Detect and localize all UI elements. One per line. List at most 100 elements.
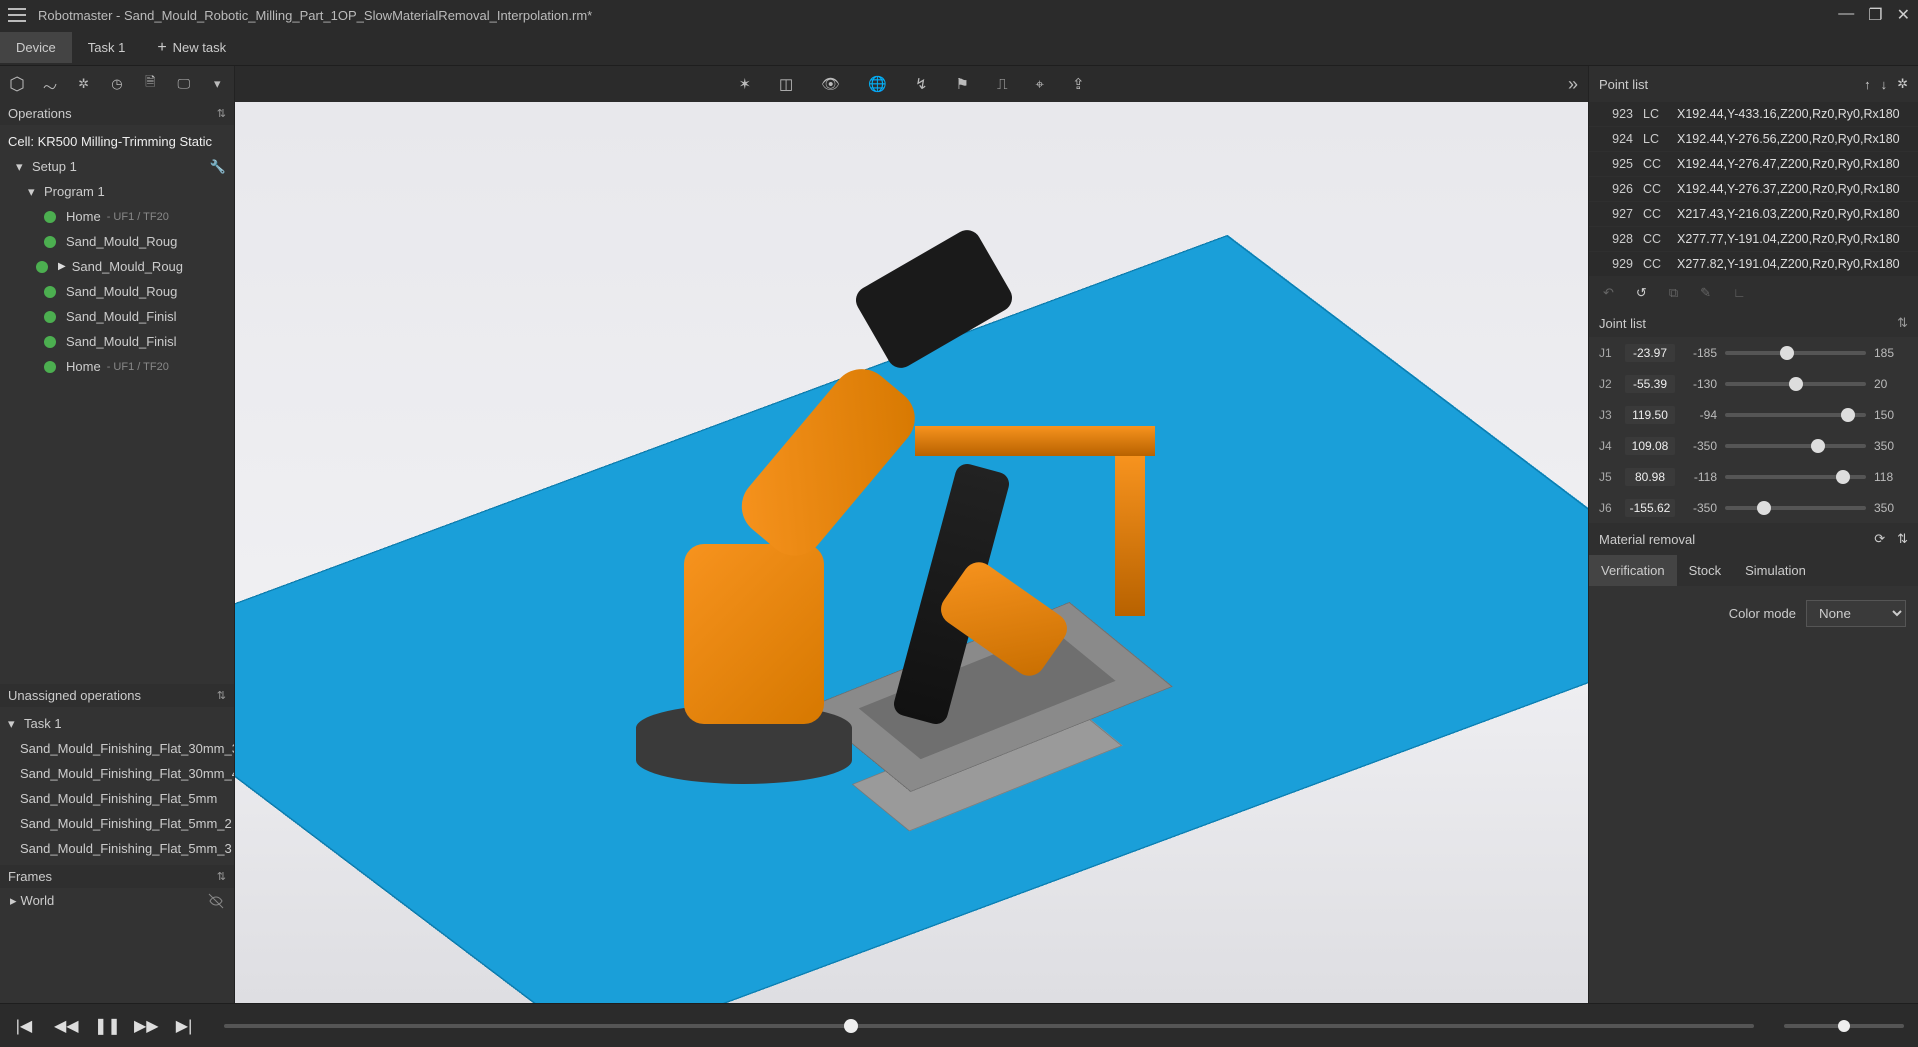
joint-slider[interactable]: [1725, 475, 1866, 479]
joint-value[interactable]: 119.50: [1625, 406, 1675, 424]
gear-icon[interactable]: ✲: [75, 75, 92, 93]
left-toolbar: ✲ ◷ 🗎 🖵 ▾: [0, 66, 234, 102]
point-row[interactable]: 924LCX192.44,Y-276.56,Z200,Rz0,Ry0,Rx180: [1589, 127, 1918, 152]
operation-row[interactable]: ▶Sand_Mould_Roug: [0, 254, 234, 279]
joint-slider[interactable]: [1725, 444, 1866, 448]
joint-value[interactable]: -23.97: [1625, 344, 1675, 362]
tab-stock[interactable]: Stock: [1677, 555, 1734, 586]
frames-world-row[interactable]: ▸ World: [0, 888, 234, 913]
sort-icon[interactable]: ⇅: [217, 107, 226, 120]
skip-end-icon[interactable]: ▶|: [174, 1016, 194, 1036]
sort-icon[interactable]: ⇅: [217, 870, 226, 883]
joint-value[interactable]: 80.98: [1625, 468, 1675, 486]
unassigned-task-row[interactable]: ▾ Task 1: [0, 711, 234, 736]
display-icon[interactable]: 🖵: [175, 75, 192, 93]
slider-thumb[interactable]: [1789, 377, 1803, 391]
tab-verification[interactable]: Verification: [1589, 555, 1677, 586]
unassigned-item[interactable]: Sand_Mould_Finishing_Flat_5mm: [0, 786, 234, 811]
light-icon[interactable]: ✶: [738, 75, 751, 93]
joint-value[interactable]: -55.39: [1625, 375, 1675, 393]
redo-icon[interactable]: ↺: [1636, 285, 1647, 301]
move-up-icon[interactable]: ↑: [1864, 77, 1871, 92]
sort-icon[interactable]: ⇅: [217, 689, 226, 702]
operation-row[interactable]: Home- UF1 / TF20: [0, 204, 234, 229]
unassigned-item[interactable]: Sand_Mould_Finishing_Flat_30mm_4: [0, 761, 234, 786]
cell-row[interactable]: Cell: KR500 Milling-Trimming Static: [0, 129, 234, 154]
toolpath-icon[interactable]: ↯: [915, 75, 928, 93]
setup-row[interactable]: ▾ Setup 1 🔧: [0, 154, 234, 179]
visibility-off-icon[interactable]: [208, 893, 224, 909]
point-row[interactable]: 923LCX192.44,Y-433.16,Z200,Rz0,Ry0,Rx180: [1589, 102, 1918, 127]
point-row[interactable]: 925CCX192.44,Y-276.47,Z200,Rz0,Ry0,Rx180: [1589, 152, 1918, 177]
joint-slider[interactable]: [1725, 351, 1866, 355]
operation-row[interactable]: Sand_Mould_Roug: [0, 279, 234, 304]
wrench-icon[interactable]: 🔧: [210, 159, 226, 175]
program-row[interactable]: ▾ Program 1: [0, 179, 234, 204]
tab-device[interactable]: Device: [0, 32, 72, 63]
color-mode-select[interactable]: None: [1806, 600, 1906, 627]
collapse-right-icon[interactable]: »: [1568, 74, 1578, 95]
tool-icon[interactable]: ⌖: [1036, 76, 1044, 93]
speed-slider[interactable]: [1784, 1024, 1904, 1028]
close-icon[interactable]: ✕: [1897, 5, 1910, 25]
box-icon[interactable]: ◫: [779, 75, 793, 93]
joint-value[interactable]: -155.62: [1625, 499, 1675, 517]
speed-thumb[interactable]: [1838, 1020, 1850, 1032]
measure-disabled-icon: ∟: [1733, 285, 1746, 301]
joint-row: J4109.08-350350: [1589, 430, 1918, 461]
settings-gear-icon[interactable]: ✲: [1897, 76, 1908, 92]
joint-slider[interactable]: [1725, 506, 1866, 510]
center-panel: ✶ ◫ 👁 🌐 ↯ ⚑ ⎍ ⌖ ⇪ »: [235, 66, 1588, 1003]
timeline-thumb[interactable]: [844, 1019, 858, 1033]
path-icon[interactable]: [41, 75, 58, 93]
skip-start-icon[interactable]: |◀: [14, 1016, 34, 1036]
cube-icon[interactable]: [8, 75, 25, 93]
forward-icon[interactable]: ▶▶: [134, 1016, 154, 1036]
timer-icon[interactable]: ◷: [108, 75, 125, 93]
sort-icon[interactable]: ⇅: [1897, 315, 1908, 331]
eye-icon[interactable]: 👁: [821, 75, 840, 93]
3d-viewport[interactable]: [235, 102, 1588, 1003]
point-row[interactable]: 929CCX277.82,Y-191.04,Z200,Rz0,Ry0,Rx180: [1589, 252, 1918, 277]
slider-thumb[interactable]: [1811, 439, 1825, 453]
new-task-button[interactable]: + New task: [145, 33, 238, 63]
flag-icon[interactable]: ⚑: [956, 75, 969, 93]
pause-icon[interactable]: ❚❚: [94, 1016, 114, 1036]
document-icon[interactable]: 🗎: [142, 75, 159, 93]
slider-thumb[interactable]: [1780, 346, 1794, 360]
point-row[interactable]: 926CCX192.44,Y-276.37,Z200,Rz0,Ry0,Rx180: [1589, 177, 1918, 202]
point-coords: X192.44,Y-276.56,Z200,Rz0,Ry0,Rx180: [1677, 132, 1908, 146]
hamburger-menu-icon[interactable]: [8, 8, 26, 22]
operation-row[interactable]: Sand_Mould_Finisl: [0, 304, 234, 329]
dropdown-caret-icon[interactable]: ▾: [209, 75, 226, 93]
setup-label: Setup 1: [32, 159, 77, 174]
refresh-icon[interactable]: ⟳: [1874, 531, 1885, 547]
slider-thumb[interactable]: [1757, 501, 1771, 515]
sort-icon[interactable]: ⇅: [1897, 531, 1908, 547]
timeline-slider[interactable]: [224, 1024, 1754, 1028]
operation-row[interactable]: Sand_Mould_Roug: [0, 229, 234, 254]
minimize-icon[interactable]: —: [1838, 5, 1854, 25]
maximize-icon[interactable]: ❐: [1868, 5, 1882, 25]
robot-icon[interactable]: ⎍: [997, 76, 1008, 93]
joint-value[interactable]: 109.08: [1625, 437, 1675, 455]
joint-slider[interactable]: [1725, 382, 1866, 386]
rewind-icon[interactable]: ◀◀: [54, 1016, 74, 1036]
unassigned-item[interactable]: Sand_Mould_Finishing_Flat_5mm_3: [0, 836, 234, 861]
export-icon[interactable]: ⇪: [1072, 75, 1085, 93]
unassigned-item[interactable]: Sand_Mould_Finishing_Flat_5mm_2: [0, 811, 234, 836]
joint-slider[interactable]: [1725, 413, 1866, 417]
unassigned-item[interactable]: Sand_Mould_Finishing_Flat_30mm_3: [0, 736, 234, 761]
caret-right-icon: ▸: [10, 893, 17, 909]
operation-row[interactable]: Sand_Mould_Finisl: [0, 329, 234, 354]
slider-thumb[interactable]: [1836, 470, 1850, 484]
point-row[interactable]: 927CCX217.43,Y-216.03,Z200,Rz0,Ry0,Rx180: [1589, 202, 1918, 227]
globe-icon[interactable]: 🌐: [868, 75, 887, 93]
move-down-icon[interactable]: ↓: [1881, 77, 1888, 92]
tab-task1[interactable]: Task 1: [72, 32, 142, 63]
slider-thumb[interactable]: [1841, 408, 1855, 422]
joint-max: 350: [1874, 439, 1908, 453]
tab-simulation[interactable]: Simulation: [1733, 555, 1818, 586]
point-row[interactable]: 928CCX277.77,Y-191.04,Z200,Rz0,Ry0,Rx180: [1589, 227, 1918, 252]
operation-row[interactable]: Home- UF1 / TF20: [0, 354, 234, 379]
